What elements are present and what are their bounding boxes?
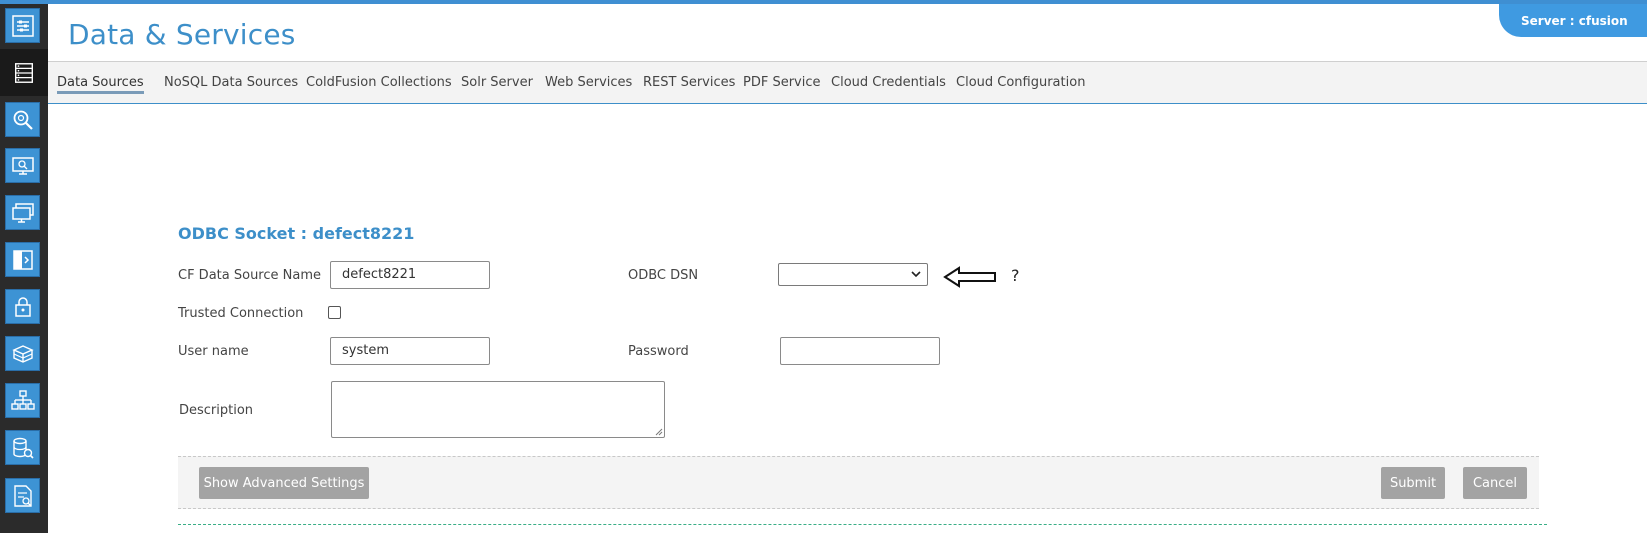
odbc-dsn-label: ODBC DSN	[628, 268, 699, 283]
tab-cloud-credentials[interactable]: Cloud Credentials	[831, 75, 946, 90]
tab-pdf-service[interactable]: PDF Service	[743, 75, 821, 90]
password-field[interactable]	[780, 337, 940, 365]
data-services-icon[interactable]	[0, 49, 55, 96]
tab-solr-server[interactable]: Solr Server	[461, 75, 533, 90]
tab-web-services[interactable]: Web Services	[545, 75, 632, 90]
resize-grip-icon[interactable]	[655, 428, 663, 436]
tab-cloud-configuration[interactable]: Cloud Configuration	[956, 75, 1085, 90]
user-name-field[interactable]: system	[330, 337, 490, 365]
server-manager-icon[interactable]	[5, 195, 40, 230]
server-label: Server : cfusion	[1521, 13, 1628, 28]
trusted-connection-checkbox[interactable]	[328, 306, 341, 319]
tab-nosql-data-sources[interactable]: NoSQL Data Sources	[164, 75, 298, 90]
button-bar: Show Advanced Settings Submit Cancel	[178, 456, 1539, 509]
packaging-box-icon[interactable]	[5, 336, 40, 371]
cf-data-source-name-field[interactable]: defect8221	[330, 261, 490, 289]
debugging-search-icon[interactable]	[5, 102, 40, 137]
form-title: ODBC Socket : defect8221	[178, 224, 415, 243]
document-log-icon[interactable]	[5, 478, 40, 513]
password-label: Password	[628, 344, 689, 359]
left-sidebar	[0, 4, 55, 533]
page-title: Data & Services	[68, 18, 296, 51]
show-advanced-settings-button[interactable]: Show Advanced Settings	[199, 467, 369, 499]
database-search-icon[interactable]	[5, 430, 40, 465]
tab-bar: Data Sources NoSQL Data Sources ColdFusi…	[48, 62, 1647, 104]
cf-data-source-name-label: CF Data Source Name	[178, 268, 321, 283]
description-label: Description	[179, 403, 254, 418]
trusted-connection-label: Trusted Connection	[178, 306, 304, 321]
tab-coldfusion-collections[interactable]: ColdFusion Collections	[306, 75, 452, 90]
server-badge: Server : cfusion	[1499, 4, 1647, 37]
settings-sliders-icon[interactable]	[5, 8, 40, 43]
extensions-icon[interactable]	[5, 242, 40, 277]
section-divider	[178, 524, 1547, 525]
help-mark: ?	[1011, 266, 1020, 285]
page-header: Data & Services Server : cfusion	[48, 4, 1647, 62]
enterprise-network-icon[interactable]	[5, 383, 40, 418]
user-name-label: User name	[178, 344, 249, 359]
left-arrow-icon	[943, 266, 996, 288]
chevron-down-icon	[911, 271, 921, 278]
cancel-button[interactable]: Cancel	[1463, 467, 1527, 499]
odbc-dsn-select[interactable]	[778, 263, 928, 286]
server-monitoring-icon[interactable]	[5, 148, 40, 183]
tab-rest-services[interactable]: REST Services	[643, 75, 735, 90]
tab-data-sources[interactable]: Data Sources	[57, 75, 144, 94]
description-textarea[interactable]	[331, 381, 665, 438]
submit-button[interactable]: Submit	[1381, 467, 1445, 499]
security-lock-icon[interactable]	[5, 289, 40, 324]
